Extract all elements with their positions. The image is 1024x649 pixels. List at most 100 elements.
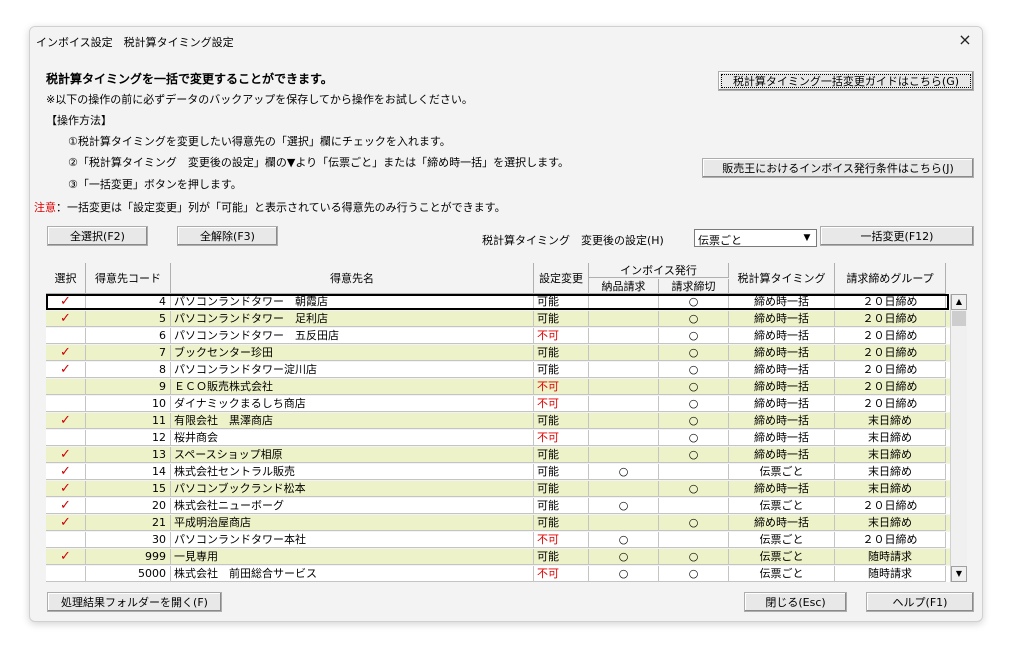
scroll-down-icon[interactable]: ▼ (951, 566, 967, 582)
select-checkbox[interactable]: ✓ (46, 549, 86, 565)
vertical-scrollbar[interactable]: ▲ ▼ (950, 294, 967, 582)
select-checkbox[interactable]: ✓ (46, 413, 86, 429)
tax-timing: 締め時一括 (729, 447, 835, 463)
select-checkbox[interactable]: ✓ (46, 294, 86, 310)
select-checkbox[interactable] (46, 566, 86, 582)
select-checkbox[interactable]: ✓ (46, 362, 86, 378)
close-icon[interactable]: × (956, 31, 974, 49)
select-all-button[interactable]: 全選択(F2) (47, 226, 148, 246)
header-change: 設定変更 (534, 263, 589, 294)
select-checkbox[interactable]: ✓ (46, 515, 86, 531)
billing-cutoff: ○ (659, 566, 729, 582)
step-3: ③「一括変更」ボタンを押します。 (68, 178, 242, 191)
tax-timing: 締め時一括 (729, 481, 835, 497)
header-billing: 請求締切 (659, 279, 729, 294)
billing-cutoff (659, 464, 729, 480)
delivery-invoice (589, 379, 659, 395)
table-row[interactable]: ✓ 4 パソコンランドタワー 朝霞店 可能 ○ 締め時一括 ２０日締め (46, 294, 966, 310)
customer-code: 15 (86, 481, 171, 497)
billing-cutoff: ○ (659, 311, 729, 327)
table-row[interactable]: ✓ 14 株式会社セントラル販売 可能 ○ 伝票ごと 末日締め (46, 464, 966, 480)
customer-code: 5000 (86, 566, 171, 582)
table-row[interactable]: ✓ 20 株式会社ニューボーグ 可能 ○ 伝票ごと ２０日締め (46, 498, 966, 514)
bulk-change-button[interactable]: 一括変更(F12) (820, 226, 974, 246)
setting-change: 可能 (534, 447, 589, 463)
table-row[interactable]: 30 パソコンランドタワー本社 不可 ○ 伝票ごと ２０日締め (46, 532, 966, 548)
billing-cutoff: ○ (659, 396, 729, 412)
tax-timing: 伝票ごと (729, 464, 835, 480)
table-row[interactable]: ✓ 999 一見専用 可能 ○ ○ 伝票ごと 随時請求 (46, 549, 966, 565)
table-row[interactable]: ✓ 15 パソコンブックランド松本 可能 ○ 締め時一括 末日締め (46, 481, 966, 497)
setting-change: 可能 (534, 294, 589, 310)
table-row[interactable]: ✓ 13 スペースショップ相原 可能 ○ 締め時一括 末日締め (46, 447, 966, 463)
guide-button[interactable]: 税計算タイミング一括変更ガイドはこちら(G) (718, 71, 974, 91)
tax-timing: 締め時一括 (729, 430, 835, 446)
chevron-down-icon[interactable]: ▼ (800, 232, 814, 245)
caution-text: ：一括変更は「設定変更」列が「可能」と表示されている得意先のみ行うことができます… (56, 201, 506, 214)
billing-cutoff (659, 532, 729, 548)
customer-code: 8 (86, 362, 171, 378)
select-checkbox[interactable]: ✓ (46, 311, 86, 327)
tax-timing: 締め時一括 (729, 294, 835, 310)
setting-change: 可能 (534, 413, 589, 429)
close-button[interactable]: 閉じる(Esc) (744, 592, 847, 612)
check-icon: ✓ (60, 515, 71, 530)
table-row[interactable]: ✓ 8 パソコンランドタワー淀川店 可能 ○ 締め時一括 ２０日締め (46, 362, 966, 378)
invoice-conditions-button[interactable]: 販売王におけるインボイス発行条件はこちら(J) (702, 158, 974, 178)
check-icon: ✓ (60, 447, 71, 462)
scroll-up-icon[interactable]: ▲ (951, 294, 967, 310)
timing-select[interactable]: 伝票ごと ▼ (694, 229, 817, 247)
tax-timing: 締め時一括 (729, 396, 835, 412)
table-row[interactable]: 9 ＥＣＯ販売株式会社 不可 ○ 締め時一括 ２０日締め (46, 379, 966, 395)
customer-code: 21 (86, 515, 171, 531)
title-bar: インボイス設定 税計算タイミング設定 × (30, 27, 982, 53)
customer-code: 4 (86, 294, 171, 310)
setting-change: 不可 (534, 532, 589, 548)
delivery-invoice (589, 345, 659, 361)
select-checkbox[interactable] (46, 430, 86, 446)
customer-name: スペースショップ相原 (171, 447, 534, 463)
help-button[interactable]: ヘルプ(F1) (866, 592, 974, 612)
select-checkbox[interactable]: ✓ (46, 498, 86, 514)
open-folder-button[interactable]: 処理結果フォルダーを開く(F) (47, 592, 222, 612)
billing-group: ２０日締め (835, 294, 946, 310)
deselect-all-button[interactable]: 全解除(F3) (177, 226, 278, 246)
tax-timing: 締め時一括 (729, 311, 835, 327)
table-row[interactable]: ✓ 21 平成明治屋商店 可能 ○ 締め時一括 末日締め (46, 515, 966, 531)
select-checkbox[interactable] (46, 532, 86, 548)
select-checkbox[interactable] (46, 328, 86, 344)
select-checkbox[interactable]: ✓ (46, 345, 86, 361)
select-checkbox[interactable] (46, 396, 86, 412)
setting-change: 不可 (534, 396, 589, 412)
check-icon: ✓ (60, 294, 71, 309)
customer-code: 20 (86, 498, 171, 514)
table-row[interactable]: 5000 株式会社 前田総合サービス 不可 ○ ○ 伝票ごと 随時請求 (46, 566, 966, 582)
billing-group: ２０日締め (835, 345, 946, 361)
scroll-thumb[interactable] (952, 311, 966, 326)
customer-name: パソコンランドタワー 五反田店 (171, 328, 534, 344)
customer-name: 有限会社 黒澤商店 (171, 413, 534, 429)
select-checkbox[interactable] (46, 379, 86, 395)
tax-timing: 伝票ごと (729, 566, 835, 582)
table-row[interactable]: ✓ 11 有限会社 黒澤商店 可能 ○ 締め時一括 末日締め (46, 413, 966, 429)
billing-group: ２０日締め (835, 328, 946, 344)
select-checkbox[interactable]: ✓ (46, 447, 86, 463)
table-row[interactable]: 6 パソコンランドタワー 五反田店 不可 ○ 締め時一括 ２０日締め (46, 328, 966, 344)
select-checkbox[interactable]: ✓ (46, 481, 86, 497)
select-checkbox[interactable]: ✓ (46, 464, 86, 480)
tax-timing: 締め時一括 (729, 379, 835, 395)
billing-group: ２０日締め (835, 311, 946, 327)
table-row[interactable]: 12 桜井商会 不可 ○ 締め時一括 末日締め (46, 430, 966, 446)
table-row[interactable]: ✓ 5 パソコンランドタワー 足利店 可能 ○ 締め時一括 ２０日締め (46, 311, 966, 327)
table-row[interactable]: ✓ 7 ブックセンター珍田 可能 ○ 締め時一括 ２０日締め (46, 345, 966, 361)
check-icon: ✓ (60, 413, 71, 428)
customer-name: ブックセンター珍田 (171, 345, 534, 361)
billing-cutoff: ○ (659, 379, 729, 395)
billing-group: 末日締め (835, 464, 946, 480)
delivery-invoice: ○ (589, 498, 659, 514)
check-icon: ✓ (60, 345, 71, 360)
customer-code: 30 (86, 532, 171, 548)
table-row[interactable]: 10 ダイナミックまるしち商店 不可 ○ 締め時一括 ２０日締め (46, 396, 966, 412)
setting-change: 可能 (534, 549, 589, 565)
customer-code: 999 (86, 549, 171, 565)
